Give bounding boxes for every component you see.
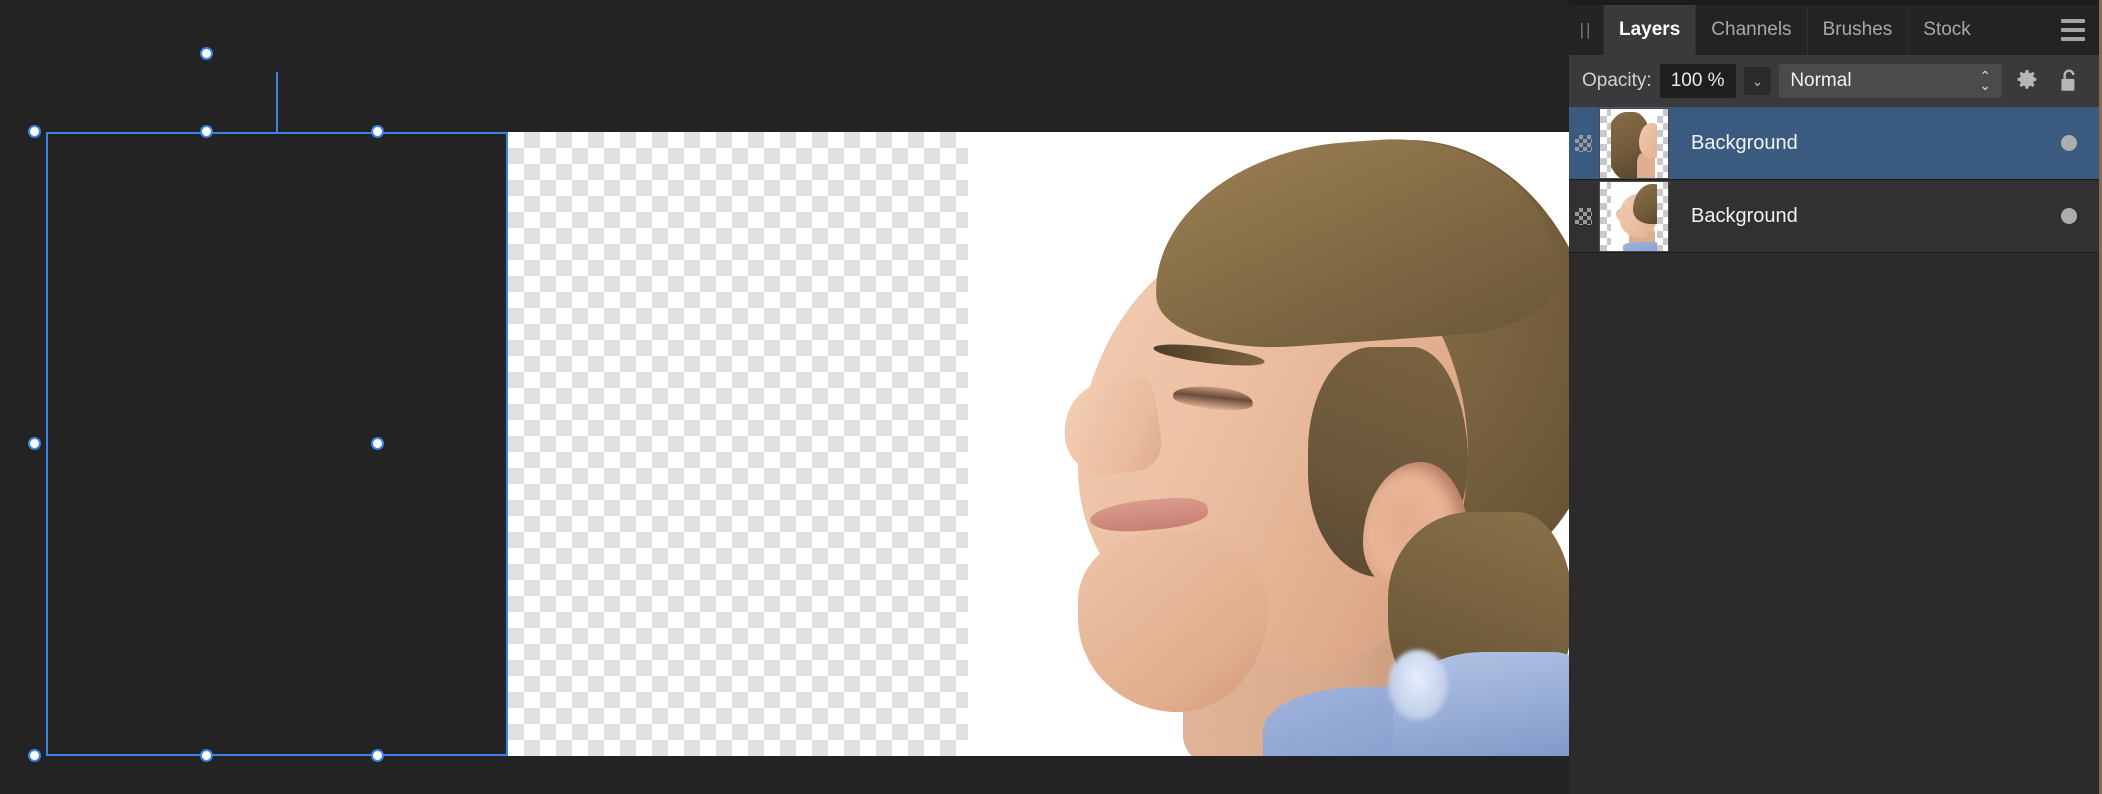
thumb-nose [1616, 207, 1628, 220]
photo-layer-image [968, 132, 1569, 756]
handle-middle-left[interactable] [28, 437, 41, 450]
layer-visibility-toggle[interactable] [2039, 208, 2099, 224]
hamburger-menu-icon[interactable] [2047, 5, 2099, 55]
hamburger-bar-2 [2061, 28, 2085, 32]
portrait-hair-top [1146, 132, 1560, 356]
unlocked-padlock-icon[interactable] [2052, 64, 2086, 98]
tabbar-spacer [1986, 5, 2047, 55]
blend-mode-value: Normal [1790, 70, 1852, 91]
tab-channels[interactable]: Channels [1695, 5, 1806, 55]
visibility-dot-icon [2061, 135, 2077, 151]
transparency-checker-icon [1569, 134, 1598, 152]
layer-visibility-toggle[interactable] [2039, 135, 2099, 151]
layer-thumbnail-man[interactable] [1599, 180, 1669, 252]
handle-top-right[interactable] [371, 125, 384, 138]
handle-bottom-center[interactable] [200, 749, 213, 762]
handle-bottom-left[interactable] [28, 749, 41, 762]
document-surface[interactable] [508, 132, 1569, 756]
tab-brushes[interactable]: Brushes [1806, 5, 1908, 55]
layer-properties-row: Opacity: 100 % ⌄ Normal ⌃ ⌄ [1569, 55, 2099, 107]
handle-top-center[interactable] [200, 125, 213, 138]
blend-mode-stepper-icon[interactable]: ⌃ ⌄ [1979, 70, 1991, 93]
layer-panel-body: Background Background [1569, 107, 2099, 794]
alpha-chip [1575, 134, 1592, 152]
layer-name-label[interactable]: Background [1670, 132, 2039, 155]
gear-icon[interactable] [2010, 64, 2044, 98]
stepper-down-icon: ⌄ [1979, 77, 1991, 93]
panel-tabbar: || Layers Channels Brushes Stock [1569, 5, 2099, 55]
visibility-dot-icon [2061, 208, 2077, 224]
alpha-chip [1575, 207, 1592, 225]
thumbnail-image [1611, 108, 1657, 178]
tab-layers[interactable]: Layers [1603, 5, 1696, 55]
opacity-dropdown-chevron-down-icon[interactable]: ⌄ [1743, 67, 1772, 95]
thumbnail-image [1611, 181, 1657, 251]
opacity-label: Opacity: [1582, 70, 1652, 91]
rotation-handle-stem [276, 72, 278, 132]
layer-list-empty-area[interactable] [1569, 253, 2099, 794]
layer-list[interactable]: Background Background [1569, 107, 2099, 253]
handle-middle-right[interactable] [371, 437, 384, 450]
layer-thumbnail-woman[interactable] [1599, 107, 1669, 179]
man-profile-portrait [968, 132, 1569, 756]
blend-mode-select[interactable]: Normal ⌃ ⌄ [1779, 64, 2002, 98]
hamburger-bar-1 [2061, 19, 2085, 23]
rotation-handle[interactable] [200, 47, 213, 60]
opacity-input[interactable]: 100 % [1659, 64, 1736, 98]
canvas-area[interactable] [0, 0, 1569, 794]
hamburger-bar-3 [2061, 37, 2085, 41]
tab-stock[interactable]: Stock [1907, 5, 1986, 55]
layer-name-label[interactable]: Background [1670, 205, 2039, 228]
table-row[interactable]: Background [1569, 107, 2099, 180]
portrait-collar-highlight [1388, 650, 1448, 720]
handle-bottom-right[interactable] [371, 749, 384, 762]
table-row[interactable]: Background [1569, 180, 2099, 253]
right-dock-panel: || Layers Channels Brushes Stock Opacity… [1569, 0, 2102, 794]
thumb-hair [1633, 183, 1657, 224]
portrait-nose [1058, 375, 1165, 481]
thumb-shirt [1623, 241, 1657, 251]
panel-drag-grip-icon[interactable]: || [1569, 5, 1603, 55]
handle-top-left[interactable] [28, 125, 41, 138]
selection-bounding-box[interactable] [46, 132, 508, 756]
transparency-checker-icon [1569, 207, 1598, 225]
transparent-region [508, 132, 968, 756]
thumb-face [1639, 122, 1657, 159]
image-editor-window: || Layers Channels Brushes Stock Opacity… [0, 0, 2102, 794]
